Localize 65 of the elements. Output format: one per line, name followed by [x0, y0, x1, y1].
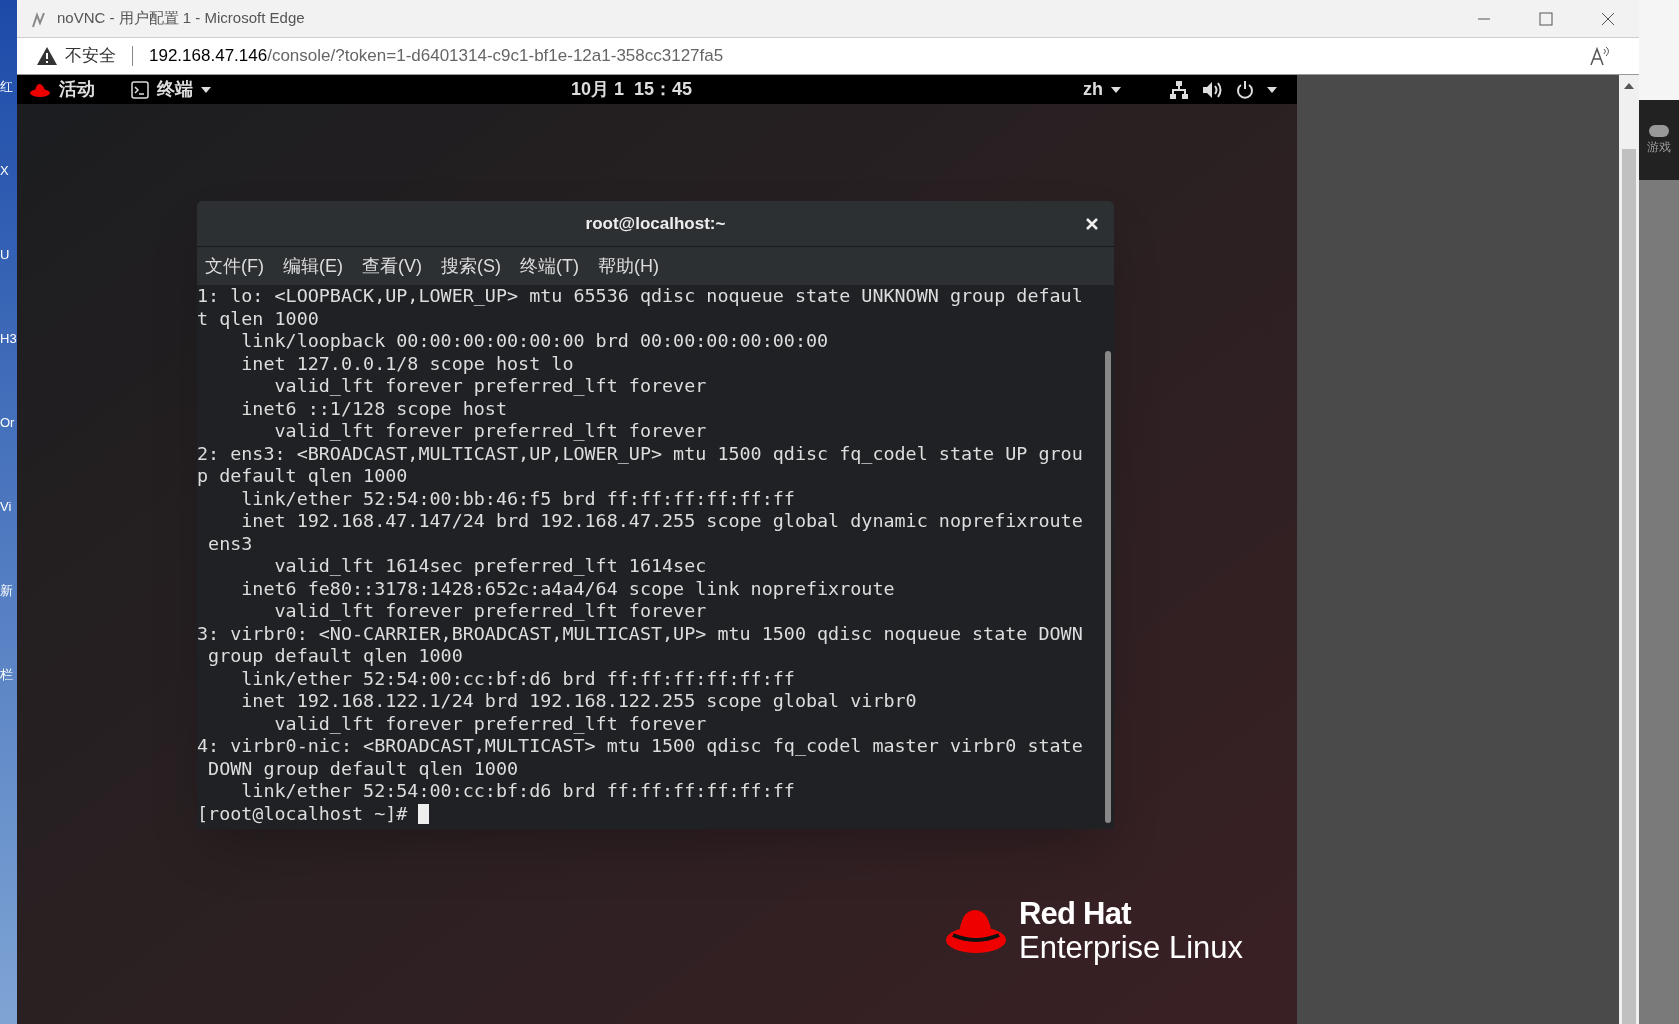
desktop-icon-label: 栏	[0, 668, 13, 682]
app-menu[interactable]: 终端	[157, 76, 193, 103]
menu-item[interactable]: 编辑(E)	[283, 252, 343, 280]
terminal-line: 3: virbr0: <NO-CARRIER,BROADCAST,MULTICAST,UP> mtu 1500 qdisc noqueue state DOWN	[197, 622, 1083, 645]
terminal-line: valid_lft forever preferred_lft forever	[273, 712, 707, 735]
menu-item[interactable]: 搜索(S)	[441, 252, 501, 280]
menu-item[interactable]: 终端(T)	[520, 252, 579, 280]
caret-icon	[1111, 86, 1121, 93]
language-menu[interactable]: zh	[1083, 76, 1103, 103]
terminal-line: 4: virbr0-nic: <BROADCAST,MULTICAST> mtu 1500 qdisc fq_codel master virbr0 state	[197, 735, 1083, 758]
warning-icon	[37, 47, 57, 65]
address-field[interactable]: 192.168.47.146/console/?token=1-d6401314-c9c1-bf1e-12a1-358cc3127fa5	[149, 43, 724, 69]
read-aloud-icon[interactable]	[1589, 46, 1611, 66]
caret-icon	[1267, 86, 1277, 93]
terminal-line: link/ether 52:54:00:cc:bf:d6 brd ff:ff:ff:ff:ff:ff	[240, 667, 795, 690]
terminal-line: valid_lft forever preferred_lft forever	[273, 375, 707, 398]
gamepad-icon[interactable]	[1648, 124, 1670, 138]
window-title: noVNC - 用户配置 1 - Microsoft Edge	[57, 8, 305, 29]
terminal-line: inet6 fe80::3178:1428:652c:a4a4/64 scope link noprefixroute	[240, 577, 895, 600]
activities-button[interactable]: 活动	[59, 76, 95, 103]
scrollbar-thumb[interactable]	[1105, 351, 1111, 823]
terminal-line: inet6 ::1/128 scope host	[240, 397, 508, 420]
scrollbar-thumb[interactable]	[1622, 149, 1636, 1024]
terminal-line: 2: ens3: <BROADCAST,MULTICAST,UP,LOWER_UP> mtu 1500 qdisc fq_codel state UP grou	[197, 442, 1083, 465]
terminal-line: DOWN group default qlen 1000	[207, 757, 519, 780]
desktop-icon-label: 红	[0, 80, 13, 94]
close-icon[interactable]	[1601, 11, 1615, 26]
cursor	[418, 803, 430, 824]
terminal-line: valid_lft forever preferred_lft forever	[273, 420, 707, 443]
desktop-icon-label: X	[0, 164, 9, 178]
network-icon[interactable]	[1169, 79, 1189, 100]
power-icon[interactable]	[1235, 79, 1255, 100]
terminal-icon	[131, 80, 149, 99]
terminal-line: link/loopback 00:00:00:00:00:00 brd 00:00:00:00:00:00	[240, 330, 829, 353]
menu-item[interactable]: 查看(V)	[362, 252, 422, 280]
terminal-line: 1: lo: <LOOPBACK,UP,LOWER_UP> mtu 65536 qdisc noqueue state UNKNOWN group defaul	[197, 285, 1083, 308]
terminal-line: inet 192.168.122.1/24 brd 192.168.122.255 scope global virbr0	[240, 690, 917, 713]
terminal-line: link/ether 52:54:00:cc:bf:d6 brd ff:ff:ff:ff:ff:ff	[240, 780, 795, 803]
caret-icon	[201, 86, 211, 93]
security-label[interactable]: 不安全	[65, 43, 116, 69]
terminal-line: valid_lft forever preferred_lft forever	[273, 600, 707, 623]
terminal-line: valid_lft 1614sec preferred_lft 1614sec	[273, 555, 707, 578]
hat-icon[interactable]	[29, 82, 51, 97]
desktop-icon-label: 新	[0, 584, 13, 598]
scroll-up-icon[interactable]	[1624, 83, 1634, 89]
side-label: 游戏	[1647, 139, 1671, 156]
terminal-line: inet 192.168.47.147/24 brd 192.168.47.255 scope global dynamic noprefixroute	[240, 510, 1083, 533]
terminal-line: group default qlen 1000	[207, 645, 463, 668]
hat-icon	[945, 908, 1007, 954]
terminal-line: inet 127.0.0.1/8 scope host lo	[240, 352, 574, 375]
terminal-title: root@localhost:~	[585, 212, 726, 235]
terminal-line: link/ether 52:54:00:bb:46:f5 brd ff:ff:ff:ff:ff:ff	[240, 487, 795, 510]
logo-title: Red Hat	[1019, 897, 1133, 931]
desktop-icon-label: H3	[0, 332, 17, 346]
desktop-icon-label: U	[0, 248, 10, 262]
clock[interactable]: 10月 1 15：45	[571, 76, 693, 103]
menu-item[interactable]: 帮助(H)	[597, 252, 659, 280]
desktop-icon-label: Or	[0, 416, 15, 430]
menu-item[interactable]: 文件(F)	[205, 252, 264, 280]
terminal-line: ens3	[207, 532, 253, 555]
logo-subtitle: Enterprise Linux	[1019, 931, 1243, 965]
prompt: [root@localhost ~]#	[197, 802, 409, 825]
desktop-icon-label: Vi	[0, 500, 12, 514]
terminal-line: t qlen 1000	[197, 307, 319, 330]
terminal-line: p default qlen 1000	[197, 465, 408, 488]
